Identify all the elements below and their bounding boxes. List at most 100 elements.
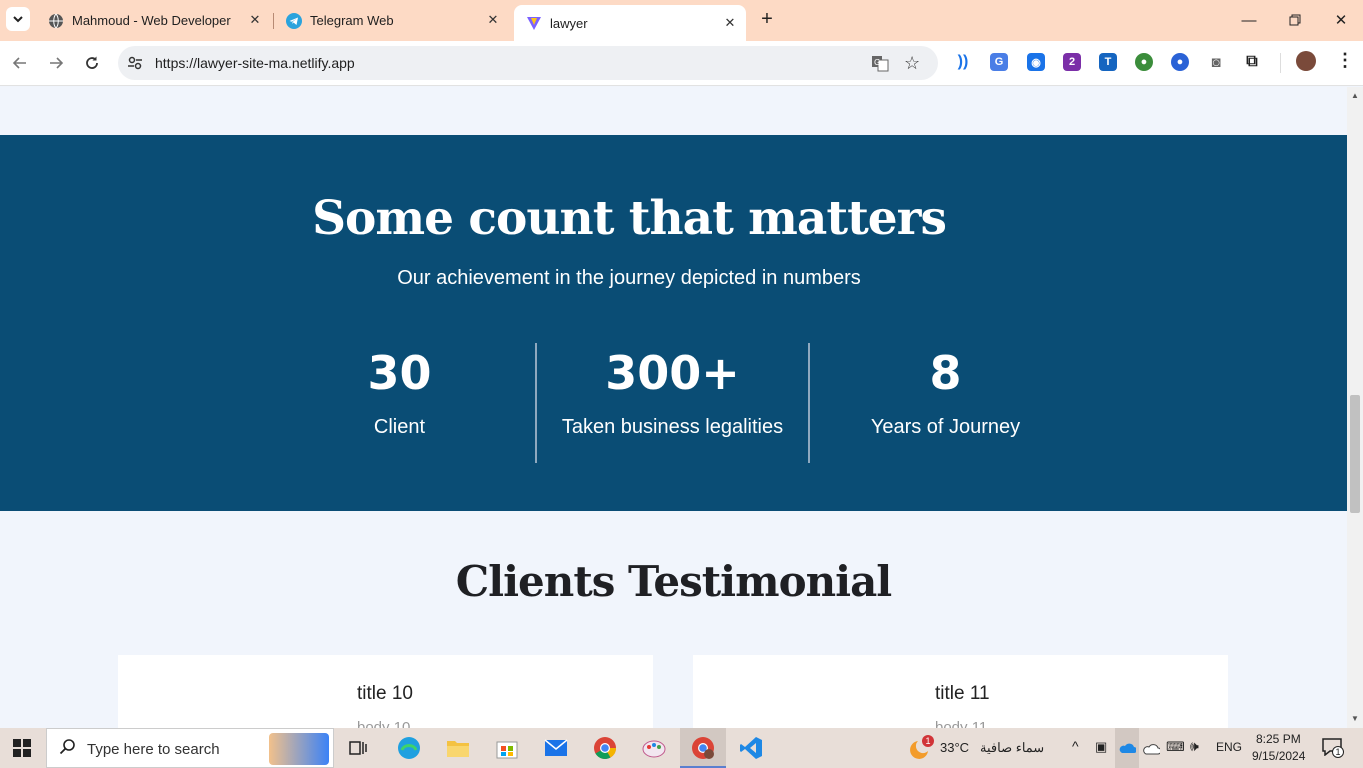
testimonials-title: Clients Testimonial	[455, 557, 893, 606]
weather-icon[interactable]: 1	[908, 735, 934, 761]
stat-label: Years of Journey	[870, 416, 1021, 438]
notification-icon[interactable]: 1	[1322, 738, 1344, 758]
extension-t-icon[interactable]: T	[1099, 53, 1117, 71]
bookmark-star-icon[interactable]: ☆	[904, 53, 920, 74]
language-indicator[interactable]: ENG	[1216, 740, 1242, 754]
tab-telegram[interactable]: Telegram Web ✕	[274, 6, 509, 35]
testimonial-card: title 10 body 10	[118, 655, 653, 728]
start-button[interactable]	[8, 734, 36, 762]
stat-number: 300+	[605, 346, 740, 400]
screen-record-icon[interactable]: ◉	[1027, 53, 1045, 71]
counts-section: Some count that matters Our achievement …	[0, 135, 1347, 511]
reload-button[interactable]	[80, 51, 104, 75]
paint-icon[interactable]	[640, 734, 668, 762]
testimonial-card-body: body 10	[357, 719, 411, 728]
back-button[interactable]	[8, 51, 32, 75]
counts-subtitle: Our achievement in the journey depicted …	[397, 267, 861, 289]
testimonial-card: title 11 body 11	[693, 655, 1228, 728]
stat-number: 8	[929, 346, 962, 400]
taskbar: Type here to search 1 33°C سماء صافية ^ …	[0, 728, 1363, 768]
camera-icon[interactable]: ◙	[1207, 53, 1225, 71]
onedrive-icon[interactable]	[1142, 742, 1162, 760]
forward-button[interactable]	[44, 51, 68, 75]
site-settings-icon[interactable]	[126, 54, 144, 77]
page-scrollbar[interactable]: ▲ ▼	[1347, 87, 1363, 728]
testimonial-card-body: body 11	[935, 719, 988, 728]
stat-number: 30	[367, 346, 432, 400]
url-text: https://lawyer-site-ma.netlify.app	[155, 55, 355, 71]
stat-label: Client	[373, 416, 426, 438]
tab-search-button[interactable]	[6, 7, 30, 31]
clock-date[interactable]: 9/15/2024	[1252, 749, 1305, 763]
extensions-puzzle-icon[interactable]: ⧉	[1243, 53, 1261, 71]
arrow-right-icon	[50, 57, 64, 69]
close-icon[interactable]: ✕	[722, 15, 738, 31]
read-aloud-icon[interactable]: ))	[954, 53, 972, 71]
weather-description: سماء صافية	[980, 740, 1045, 755]
new-tab-button[interactable]: +	[756, 9, 778, 31]
stat-years: 8 Years of Journey	[809, 343, 1082, 463]
stat-clients: 30 Client	[263, 343, 536, 463]
microsoft-store-icon[interactable]	[493, 734, 521, 762]
browser-toolbar: https://lawyer-site-ma.netlify.app G ☆ )…	[0, 41, 1363, 86]
testimonial-card-title: title 11	[935, 683, 990, 704]
stat-legalities: 300+ Taken business legalities	[536, 343, 809, 463]
more-menu-icon[interactable]: ⋮	[1336, 50, 1354, 71]
counts-title: Some count that matters	[312, 191, 947, 246]
weather-temp: 33°C	[940, 740, 970, 755]
meet-icon[interactable]: ▣	[1095, 739, 1107, 755]
translate-icon[interactable]: G	[871, 54, 889, 77]
tab-lawyer[interactable]: lawyer ✕	[514, 5, 746, 41]
extension-two-icon[interactable]: 2	[1063, 53, 1081, 71]
close-icon[interactable]: ✕	[247, 12, 263, 28]
vscode-icon[interactable]	[737, 734, 765, 762]
chevron-down-icon	[13, 16, 23, 23]
onedrive-blue-icon[interactable]	[1115, 728, 1139, 768]
scrollbar-thumb[interactable]	[1350, 395, 1360, 513]
reload-icon	[86, 56, 98, 69]
close-icon[interactable]: ✕	[485, 12, 501, 28]
arrow-left-icon	[12, 57, 26, 69]
stat-label: Taken business legalities	[561, 416, 784, 438]
tab-mahmoud[interactable]: Mahmoud - Web Developer ✕	[36, 6, 271, 35]
scroll-up-icon[interactable]: ▲	[1351, 91, 1359, 100]
taskbar-search[interactable]: Type here to search	[46, 728, 334, 768]
globe-icon	[48, 13, 64, 29]
testimonial-card-title: title 10	[357, 683, 413, 704]
file-explorer-icon[interactable]	[444, 734, 472, 762]
extension-blue-icon[interactable]: ●	[1171, 53, 1189, 71]
toolbar-divider	[1280, 53, 1281, 73]
mail-icon[interactable]	[542, 734, 570, 762]
input-method-icon[interactable]: ⌨	[1166, 739, 1185, 755]
restore-icon	[1289, 14, 1301, 26]
scroll-down-icon[interactable]: ▼	[1351, 714, 1359, 723]
tray-expand-icon[interactable]: ^	[1072, 738, 1079, 754]
svg-text:G: G	[874, 58, 880, 67]
telegram-icon	[286, 12, 302, 29]
tab-title: lawyer	[550, 15, 588, 31]
clock-time[interactable]: 8:25 PM	[1256, 732, 1301, 746]
search-placeholder: Type here to search	[87, 741, 220, 758]
chrome-icon[interactable]	[591, 734, 619, 762]
volume-icon[interactable]: 🕪	[1190, 738, 1199, 755]
address-bar[interactable]: https://lawyer-site-ma.netlify.app G ☆	[118, 46, 938, 80]
tab-strip: Mahmoud - Web Developer ✕ Telegram Web ✕…	[0, 0, 1363, 41]
search-highlight-image	[269, 733, 329, 765]
vite-icon	[526, 15, 542, 31]
weather-badge: 1	[922, 735, 934, 747]
task-view-icon[interactable]	[344, 734, 372, 762]
close-window-button[interactable]: ✕	[1326, 6, 1356, 34]
page-viewport: Some count that matters Our achievement …	[0, 87, 1347, 728]
minimize-button[interactable]: —	[1234, 6, 1264, 34]
active-chrome-taskbar-item[interactable]	[680, 728, 726, 768]
tab-title: Mahmoud - Web Developer	[72, 13, 231, 28]
search-icon	[59, 738, 77, 761]
tab-title: Telegram Web	[310, 13, 394, 28]
notification-count: 1	[1332, 746, 1344, 758]
extension-globe-icon[interactable]: ●	[1135, 53, 1153, 71]
chrome-profile-icon	[692, 737, 714, 759]
translate-extension-icon[interactable]: G	[990, 53, 1008, 71]
profile-avatar[interactable]	[1296, 51, 1316, 71]
restore-button[interactable]	[1280, 6, 1310, 34]
edge-icon[interactable]	[395, 734, 423, 762]
